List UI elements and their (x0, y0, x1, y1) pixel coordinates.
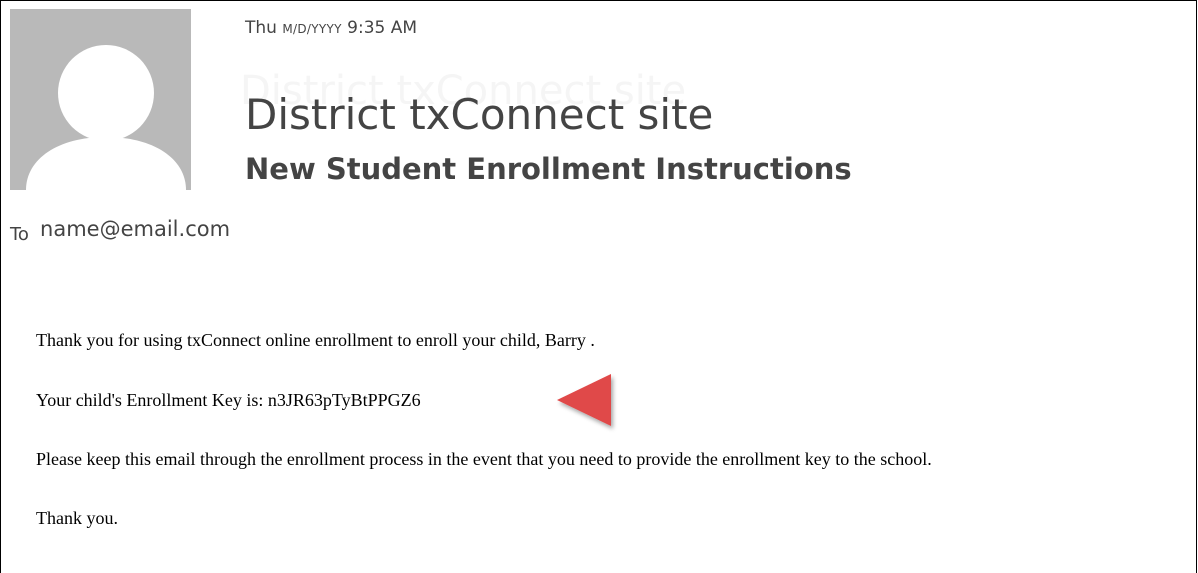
body-line-instructions: Please keep this email through the enrol… (36, 449, 932, 469)
recipient-address[interactable]: name@email.com (40, 217, 230, 241)
date-value: M/D/YYYY (282, 22, 342, 36)
date-time: 9:35 AM (347, 18, 418, 38)
body-line-closing: Thank you. (36, 508, 118, 528)
avatar (10, 9, 191, 190)
received-date: Thu M/D/YYYY 9:35 AM (245, 18, 417, 38)
to-label: To (10, 224, 29, 245)
recipient-row: To name@email.com (10, 217, 230, 245)
body-line-enrollment-key: Your child's Enrollment Key is: n3JR63pT… (36, 390, 421, 410)
sender-name: District txConnect site (245, 90, 714, 139)
red-triangle-arrow-icon (557, 374, 611, 426)
body-line-greeting: Thank you for using txConnect online enr… (36, 330, 595, 350)
person-silhouette-icon (26, 45, 186, 190)
email-subject: New Student Enrollment Instructions (245, 152, 852, 186)
date-day: Thu (245, 18, 277, 38)
